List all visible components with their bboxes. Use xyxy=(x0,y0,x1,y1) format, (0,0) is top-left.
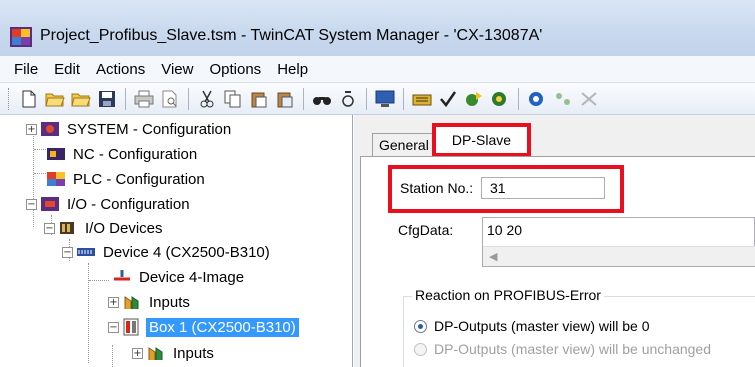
tree-item-plc[interactable]: PLC - Configuration xyxy=(46,167,208,191)
check-config-icon[interactable] xyxy=(436,87,460,111)
toolbar-separator xyxy=(303,87,304,110)
collapse-icon[interactable]: − xyxy=(26,198,37,210)
menu-file[interactable]: File xyxy=(6,61,46,78)
open-icon[interactable] xyxy=(43,87,67,111)
tree-connector xyxy=(89,280,109,281)
paste-icon[interactable] xyxy=(247,87,271,111)
cut-icon[interactable] xyxy=(195,87,219,111)
tree-item-io-devices[interactable]: − I/O Devices xyxy=(44,216,166,240)
tree-item-label: NC - Configuration xyxy=(73,145,198,163)
tab-dp-slave[interactable]: DP-Slave xyxy=(432,123,531,157)
copy-icon[interactable] xyxy=(221,87,245,111)
tree-item-label: Inputs xyxy=(173,344,214,362)
tree-item-inputs[interactable]: + Inputs xyxy=(108,290,193,314)
radio-unchecked-icon[interactable] xyxy=(414,342,427,356)
solution-tree: + SYSTEM - Configuration NC - Configurat… xyxy=(0,115,353,367)
menu-actions[interactable]: Actions xyxy=(88,61,153,78)
print-preview-icon[interactable] xyxy=(158,87,182,111)
tree-item-system[interactable]: + SYSTEM - Configuration xyxy=(26,117,234,141)
tree-connector xyxy=(112,345,113,367)
scan-devices-icon[interactable] xyxy=(488,87,512,111)
tab-strip: General DP-Slave xyxy=(354,115,755,157)
tree-item-nc[interactable]: NC - Configuration xyxy=(46,142,200,166)
inputs-icon xyxy=(124,296,139,309)
collapse-icon[interactable]: − xyxy=(62,246,73,258)
twincat-app-icon xyxy=(10,27,32,47)
system-config-icon xyxy=(41,122,59,136)
set-run-mode-icon[interactable] xyxy=(462,87,486,111)
tree-item-label: Inputs xyxy=(149,293,190,311)
online-icon[interactable] xyxy=(525,87,549,111)
menu-help[interactable]: Help xyxy=(269,61,316,78)
tree-item-label: I/O - Configuration xyxy=(67,195,190,213)
expand-icon[interactable]: + xyxy=(132,347,143,359)
tree-item-label: PLC - Configuration xyxy=(73,170,205,188)
box-icon xyxy=(123,318,139,336)
toolbar-separator xyxy=(403,87,404,110)
tree-item-label: Box 1 (CX2500-B310) xyxy=(146,317,299,337)
io-devices-icon xyxy=(60,222,74,234)
new-icon[interactable] xyxy=(17,87,41,111)
io-config-icon xyxy=(41,197,59,211)
paste-with-links-icon[interactable] xyxy=(273,87,297,111)
find-icon[interactable] xyxy=(310,87,334,111)
tree-item-label: SYSTEM - Configuration xyxy=(67,120,232,138)
window-title: Project_Profibus_Slave.tsm - TwinCAT Sys… xyxy=(40,27,543,44)
plc-config-icon xyxy=(47,172,65,186)
toolbar-separator xyxy=(188,87,189,110)
radio-outputs-zero[interactable]: DP-Outputs (master view) will be 0 xyxy=(414,318,650,334)
radio-outputs-zero-label: DP-Outputs (master view) will be 0 xyxy=(434,318,650,334)
menu-options[interactable]: Options xyxy=(201,61,269,78)
nc-config-icon xyxy=(47,148,65,160)
device-icon xyxy=(77,248,95,256)
title-bar: Project_Profibus_Slave.tsm - TwinCAT Sys… xyxy=(0,0,755,56)
menu-bar: File Edit Actions View Options Help xyxy=(0,56,755,83)
tree-item-label: I/O Devices xyxy=(85,219,163,237)
toggle-free-run-icon[interactable] xyxy=(551,87,575,111)
more-icon[interactable] xyxy=(577,87,601,111)
station-number-input[interactable]: 31 xyxy=(481,177,605,199)
cfgdata-scrollbar[interactable]: ◀ xyxy=(483,246,755,266)
inputs-icon xyxy=(148,347,163,360)
tree-item-box1-inputs[interactable]: + Inputs xyxy=(132,341,217,365)
toolbar-grip[interactable] xyxy=(8,87,11,110)
radio-outputs-unchanged-label: DP-Outputs (master view) will be unchang… xyxy=(434,341,712,357)
device-image-icon xyxy=(114,270,130,281)
expand-icon[interactable]: + xyxy=(26,123,37,135)
cfgdata-value: 10 20 xyxy=(487,222,523,238)
tree-item-label: Device 4 (CX2500-B310) xyxy=(103,243,270,261)
radio-checked-icon[interactable] xyxy=(414,319,427,333)
save-icon[interactable] xyxy=(95,87,119,111)
tree-item-io[interactable]: − I/O - Configuration xyxy=(26,192,193,216)
activate-config-icon[interactable] xyxy=(410,87,434,111)
radio-outputs-unchanged[interactable]: DP-Outputs (master view) will be unchang… xyxy=(414,341,711,357)
open-folder-icon[interactable] xyxy=(69,87,93,111)
station-label: Station No.: xyxy=(400,180,474,196)
menu-view[interactable]: View xyxy=(153,61,201,78)
collapse-icon[interactable]: − xyxy=(108,321,119,333)
toolbar-separator xyxy=(125,87,126,110)
tree-item-device4[interactable]: − Device 4 (CX2500-B310) xyxy=(62,240,273,264)
scroll-left-icon[interactable]: ◀ xyxy=(489,250,497,263)
tree-item-label: Device 4-Image xyxy=(139,268,245,286)
collapse-icon[interactable]: − xyxy=(44,222,55,234)
toolbar-separator xyxy=(518,87,519,110)
toolbar xyxy=(0,83,755,115)
tree-connector xyxy=(88,263,89,363)
toolbar-separator xyxy=(366,87,367,110)
print-icon[interactable] xyxy=(132,87,156,111)
tree-item-box1[interactable]: − Box 1 (CX2500-B310) xyxy=(108,315,299,339)
expand-icon[interactable]: + xyxy=(108,296,119,308)
config-mode-icon[interactable] xyxy=(373,87,397,111)
tree-item-device4-image[interactable]: Device 4-Image xyxy=(112,265,247,289)
menu-edit[interactable]: Edit xyxy=(46,61,88,78)
cfgdata-label: CfgData: xyxy=(398,222,454,238)
reaction-group-title: Reaction on PROFIBUS-Error xyxy=(412,287,604,303)
tab-general[interactable]: General xyxy=(372,133,436,157)
find-next-icon[interactable] xyxy=(336,87,360,111)
